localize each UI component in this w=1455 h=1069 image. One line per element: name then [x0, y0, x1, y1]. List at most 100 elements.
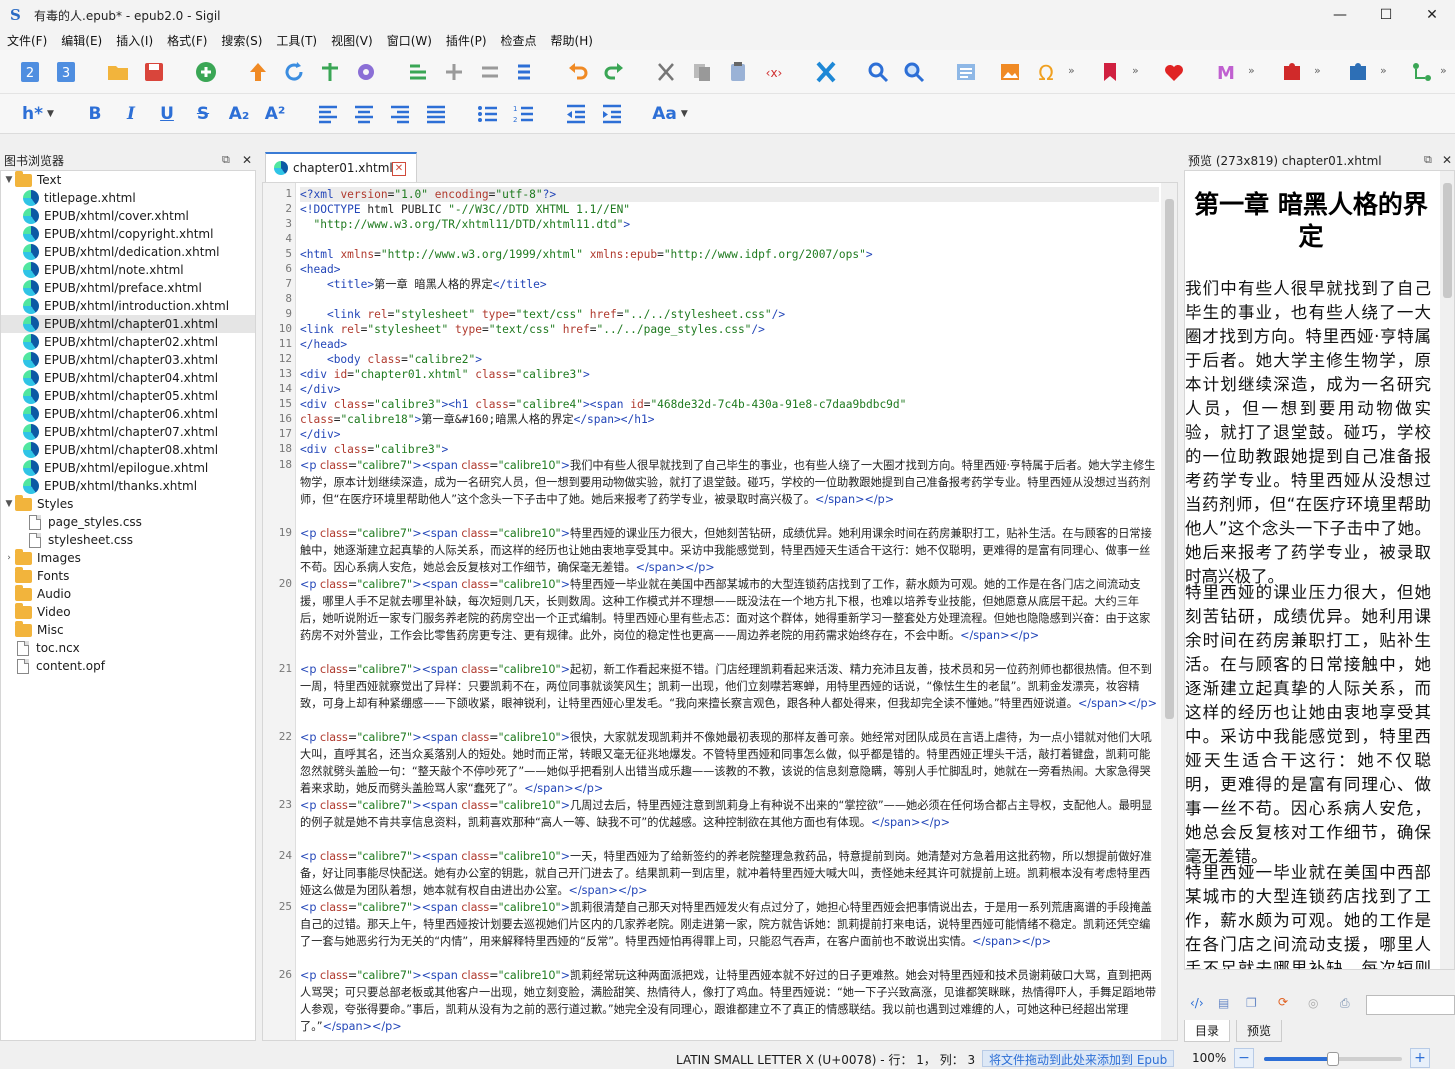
tree-file[interactable]: EPUB/xhtml/thanks.xhtml: [1, 477, 255, 495]
epub2-icon[interactable]: 2: [16, 58, 44, 86]
expanded-arrow-icon[interactable]: ▼: [3, 499, 15, 509]
strikethrough-button[interactable]: S: [190, 102, 216, 126]
heading-dropdown[interactable]: h* ▼: [18, 102, 58, 126]
plugin-red-icon[interactable]: [1278, 58, 1306, 86]
case-dropdown[interactable]: Aa ▼: [648, 102, 692, 126]
tree-file[interactable]: toc.ncx: [1, 639, 255, 657]
code-clean-icon[interactable]: ‹x›: [760, 58, 788, 86]
italic-button[interactable]: I: [118, 102, 144, 126]
tree-file[interactable]: page_styles.css: [1, 513, 255, 531]
collapsed-arrow-icon[interactable]: ›: [3, 553, 15, 563]
add-file-icon[interactable]: [192, 58, 220, 86]
more-icon[interactable]: »: [1440, 64, 1447, 77]
tree-file[interactable]: EPUB/xhtml/chapter03.xhtml: [1, 351, 255, 369]
tab-close-icon[interactable]: ✕: [392, 162, 406, 176]
insert-image-icon[interactable]: [996, 58, 1024, 86]
tree-file[interactable]: EPUB/xhtml/dedication.xhtml: [1, 243, 255, 261]
menu-help[interactable]: 帮助(H): [544, 32, 600, 49]
editor-scroll-thumb[interactable]: [1165, 199, 1174, 719]
superscript-button[interactable]: A²: [262, 102, 288, 126]
menu-insert[interactable]: 插入(I): [109, 32, 160, 49]
tab-chapter01[interactable]: chapter01.xhtml ✕: [265, 152, 417, 182]
tree-folder[interactable]: Audio: [1, 584, 255, 603]
tree-file[interactable]: EPUB/xhtml/chapter06.xhtml: [1, 405, 255, 423]
plugin-tree-icon[interactable]: [1408, 58, 1436, 86]
zoom-slider-handle[interactable]: [1327, 1052, 1339, 1066]
tree-file[interactable]: EPUB/xhtml/chapter08.xhtml: [1, 441, 255, 459]
more-icon[interactable]: »: [1248, 64, 1255, 77]
numbered-list-icon[interactable]: 12: [510, 100, 538, 128]
menu-search[interactable]: 搜索(S): [214, 32, 269, 49]
zoom-in-button[interactable]: +: [1410, 1048, 1430, 1068]
zoom-slider[interactable]: [1264, 1052, 1402, 1066]
toc-icon[interactable]: [952, 58, 980, 86]
drop-hint[interactable]: 将文件拖动到此处来添加到 Epub: [982, 1050, 1175, 1067]
align-center-icon[interactable]: [350, 100, 378, 128]
open-folder-icon[interactable]: [104, 58, 132, 86]
menu-checkpoint[interactable]: 检查点: [494, 32, 544, 49]
tree-file[interactable]: EPUB/xhtml/epilogue.xhtml: [1, 459, 255, 477]
menu-view[interactable]: 视图(V): [324, 32, 380, 49]
tree-file[interactable]: EPUB/xhtml/chapter04.xhtml: [1, 369, 255, 387]
menu-format[interactable]: 格式(F): [160, 32, 214, 49]
menu-plugins[interactable]: 插件(P): [439, 32, 494, 49]
float-panel-icon[interactable]: ⧉: [222, 153, 230, 167]
preview-scroll-thumb[interactable]: [1443, 183, 1452, 298]
epub3-icon[interactable]: 3: [52, 58, 80, 86]
reload-icon[interactable]: ⟳: [1278, 995, 1288, 1009]
tree-folder-text[interactable]: ▼ Text: [1, 170, 255, 189]
tree-file[interactable]: stylesheet.css: [1, 531, 255, 549]
indent-icon[interactable]: [598, 100, 626, 128]
split-icon[interactable]: [316, 58, 344, 86]
tree-file[interactable]: EPUB/xhtml/chapter02.xhtml: [1, 333, 255, 351]
inspect-icon[interactable]: ◎: [1308, 996, 1318, 1010]
paste-icon[interactable]: [724, 58, 752, 86]
code-view-icon[interactable]: ‹/›: [1190, 996, 1204, 1010]
align-left-icon[interactable]: [314, 100, 342, 128]
plugin-blue-icon[interactable]: [1344, 58, 1372, 86]
code-editor[interactable]: 1 2 3 4 5 6 7 8 9 10 11 12 13 14 15 16 17 18 18 19 20 21 22 23 2…: [262, 182, 1178, 1041]
tree-folder[interactable]: Fonts: [1, 566, 255, 585]
tab-preview[interactable]: 预览: [1236, 1020, 1283, 1042]
tree-file[interactable]: EPUB/xhtml/note.xhtml: [1, 261, 255, 279]
preview-scrollbar[interactable]: [1440, 171, 1454, 969]
float-panel-icon[interactable]: ⧉: [1424, 153, 1432, 167]
list-arrow-icon[interactable]: [512, 58, 540, 86]
tree-file[interactable]: EPUB/xhtml/introduction.xhtml: [1, 297, 255, 315]
close-button[interactable]: ✕: [1409, 0, 1455, 30]
save-icon[interactable]: [140, 58, 168, 86]
remove-icon[interactable]: [476, 58, 504, 86]
list-view-icon[interactable]: ▤: [1218, 996, 1229, 1010]
more-icon[interactable]: »: [1132, 64, 1139, 77]
maximize-button[interactable]: ☐: [1363, 0, 1409, 30]
refresh-icon[interactable]: [280, 58, 308, 86]
more-icon[interactable]: »: [1068, 64, 1075, 77]
cut-icon[interactable]: [652, 58, 680, 86]
metadata-icon[interactable]: M: [1212, 58, 1240, 86]
tree-folder[interactable]: Video: [1, 602, 255, 621]
insert-icon[interactable]: [440, 58, 468, 86]
tab-toc[interactable]: 目录: [1184, 1020, 1231, 1042]
settings-icon[interactable]: [352, 58, 380, 86]
redo-icon[interactable]: [600, 58, 628, 86]
menu-window[interactable]: 窗口(W): [380, 32, 439, 49]
tree-file[interactable]: EPUB/xhtml/chapter01.xhtml: [1, 315, 255, 333]
tree-folder[interactable]: › Images: [1, 548, 255, 567]
outdent-icon[interactable]: [562, 100, 590, 128]
menu-file[interactable]: 文件(F): [0, 32, 54, 49]
validate-icon[interactable]: [812, 58, 840, 86]
move-up-icon[interactable]: [244, 58, 272, 86]
heart-icon[interactable]: [1160, 58, 1188, 86]
more-icon[interactable]: »: [1314, 64, 1321, 77]
tree-file[interactable]: EPUB/xhtml/chapter05.xhtml: [1, 387, 255, 405]
tree-file[interactable]: EPUB/xhtml/cover.xhtml: [1, 207, 255, 225]
tree-file[interactable]: titlepage.xhtml: [1, 189, 255, 207]
bookmark-icon[interactable]: [1096, 58, 1124, 86]
close-panel-icon[interactable]: ✕: [242, 153, 252, 167]
zoom-out-button[interactable]: −: [1234, 1048, 1254, 1068]
tree-file[interactable]: EPUB/xhtml/preface.xhtml: [1, 279, 255, 297]
align-justify-icon[interactable]: [422, 100, 450, 128]
more-icon[interactable]: »: [1380, 64, 1387, 77]
tree-file[interactable]: content.opf: [1, 657, 255, 675]
underline-button[interactable]: U: [154, 102, 180, 126]
